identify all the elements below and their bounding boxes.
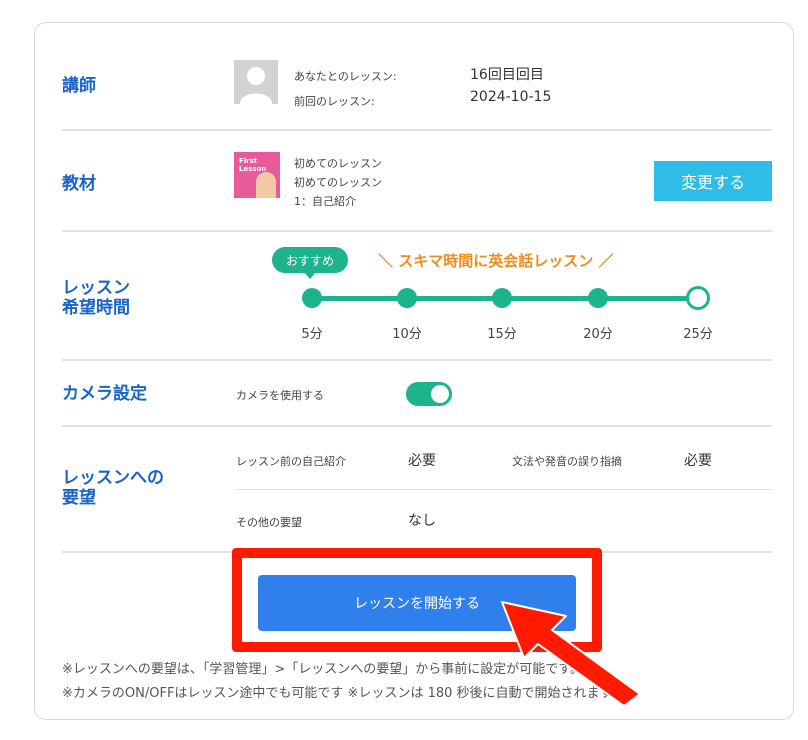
duration-tick-label: 10分 [392,327,422,342]
teacher-avatar [234,60,278,104]
teacher-section-label: 講師 [62,76,96,96]
correction-value: 必要 [684,453,712,469]
divider [62,359,772,361]
duration-option-25-dot-selected[interactable] [686,286,710,310]
duration-section-label-line2: 希望時間 [62,298,130,318]
self-intro-value: 必要 [408,453,436,469]
material-section-label: 教材 [62,174,96,194]
lessons-with-you-label: あなたとのレッスン: [294,70,397,83]
material-thumbnail-text: First Lesson [239,157,267,173]
last-lesson-label: 前回のレッスン: [294,95,375,108]
camera-option-label: カメラを使用する [236,389,324,402]
duration-option-5-dot[interactable] [302,288,322,308]
divider [62,129,772,131]
duration-tick-label: 20分 [583,327,613,342]
recommended-badge: おすすめ [272,247,348,273]
user-silhouette-icon [240,67,272,104]
duration-option-20-dot[interactable] [588,288,608,308]
pointer-arrow-icon [501,601,641,707]
correction-label: 文法や発音の誤り指摘 [512,455,622,468]
lessons-with-you-value: 16回目回目 [470,67,544,83]
promo-text: ＼ スキマ時間に英会話レッスン ／ [378,252,614,270]
duration-option-15-dot[interactable] [492,288,512,308]
material-line-1: 初めてのレッスン [294,157,382,170]
requests-section-label-line1: レッスンへの [62,468,164,488]
material-line-3: 1：自己紹介 [294,195,356,208]
material-line-2: 初めてのレッスン [294,176,382,189]
duration-tick-label: 15分 [487,327,517,342]
requests-section-label-line2: 要望 [62,488,96,508]
divider [236,489,772,490]
duration-tick-label: 5分 [301,327,323,342]
divider [62,230,772,232]
material-thumbnail-person [256,172,276,198]
other-request-label: その他の要望 [236,516,302,529]
camera-section-label: カメラ設定 [62,384,147,404]
material-thumbnail: First Lesson [234,152,280,198]
other-request-value: なし [408,513,436,529]
last-lesson-value: 2024-10-15 [470,89,552,105]
duration-section-label-line1: レッスン [62,278,130,298]
recommended-badge-pointer [304,272,316,279]
change-material-button[interactable]: 変更する [654,161,772,201]
duration-option-10-dot[interactable] [397,288,417,308]
duration-tick-label: 25分 [683,327,713,342]
self-intro-label: レッスン前の自己紹介 [236,455,346,468]
camera-toggle-knob [431,385,449,403]
divider [62,425,772,427]
camera-toggle[interactable] [406,382,452,406]
